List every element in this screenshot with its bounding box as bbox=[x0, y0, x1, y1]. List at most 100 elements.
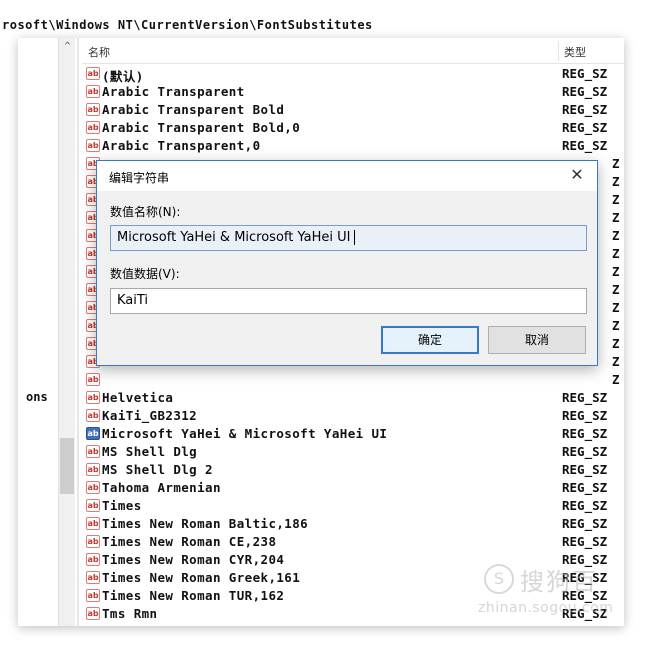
sogou-logo-icon: S bbox=[484, 564, 514, 594]
value-type: REG_SZ bbox=[562, 102, 608, 117]
value-name: Arabic Transparent Bold,0 bbox=[102, 120, 301, 135]
value-type: REG_SZ bbox=[562, 138, 608, 153]
value-name: Times New Roman CYR,204 bbox=[102, 552, 285, 567]
value-name: Tahoma Armenian bbox=[102, 480, 221, 495]
column-header-name[interactable]: 名称 bbox=[88, 44, 110, 60]
key-tree-pane: ons ^ bbox=[18, 38, 76, 626]
value-name: MS Shell Dlg bbox=[102, 444, 198, 459]
dialog-body: 数值名称(N): Microsoft YaHei & Microsoft YaH… bbox=[97, 191, 597, 365]
value-type: REG_SZ bbox=[562, 516, 608, 531]
value-name: Times New Roman CE,238 bbox=[102, 534, 277, 549]
scroll-up-icon[interactable]: ^ bbox=[59, 38, 76, 55]
value-name-label: 数值名称(N): bbox=[110, 205, 181, 219]
value-type: REG_SZ bbox=[562, 84, 608, 99]
dialog-title: 编辑字符串 bbox=[109, 171, 170, 185]
value-type: REG_SZ bbox=[562, 390, 608, 405]
string-value-icon: ab bbox=[86, 481, 100, 494]
string-value-icon: ab bbox=[86, 409, 100, 422]
value-name: Arabic Transparent Bold bbox=[102, 102, 285, 117]
value-type: Z bbox=[612, 210, 620, 225]
table-row[interactable]: ab Times REG_SZ bbox=[82, 497, 624, 515]
value-type: Z bbox=[612, 282, 620, 297]
table-row[interactable]: ab Tahoma Armenian REG_SZ bbox=[82, 479, 624, 497]
watermark-url: zhinan.sogou.com bbox=[478, 600, 614, 616]
value-name: Times New Roman TUR,162 bbox=[102, 588, 285, 603]
table-row[interactable]: ab MS Shell Dlg REG_SZ bbox=[82, 443, 624, 461]
string-value-icon: ab bbox=[86, 427, 100, 440]
table-row[interactable]: ab Arabic Transparent,0 REG_SZ bbox=[82, 137, 624, 155]
table-row[interactable]: ab KaiTi_GB2312 REG_SZ bbox=[82, 407, 624, 425]
value-data-label: 数值数据(V): bbox=[110, 267, 180, 281]
value-type: Z bbox=[612, 228, 620, 243]
value-name: Times New Roman Greek,161 bbox=[102, 570, 301, 585]
text-caret bbox=[354, 230, 356, 245]
table-row[interactable]: ab Z bbox=[82, 371, 624, 389]
tree-scrollbar[interactable]: ^ bbox=[58, 38, 75, 626]
value-type: REG_SZ bbox=[562, 462, 608, 477]
value-name: Helvetica bbox=[102, 390, 174, 405]
value-type: Z bbox=[612, 156, 620, 171]
pane-divider[interactable] bbox=[77, 38, 79, 626]
value-data-field[interactable]: KaiTi bbox=[110, 288, 587, 314]
value-type: Z bbox=[612, 174, 620, 189]
table-row[interactable]: ab Arabic Transparent Bold REG_SZ bbox=[82, 101, 624, 119]
string-value-icon: ab bbox=[86, 67, 100, 80]
string-value-icon: ab bbox=[86, 121, 100, 134]
value-name: Times bbox=[102, 498, 142, 513]
value-name-text: Microsoft YaHei & Microsoft YaHei UI bbox=[117, 230, 351, 245]
sogou-watermark: S 搜狗百 zhinan.sogou.com bbox=[478, 558, 638, 628]
value-name-field[interactable]: Microsoft YaHei & Microsoft YaHei UI bbox=[110, 225, 587, 251]
string-value-icon: ab bbox=[86, 589, 100, 602]
string-value-icon: ab bbox=[86, 391, 100, 404]
value-name: Arabic Transparent,0 bbox=[102, 138, 261, 153]
table-row[interactable]: ab Arabic Transparent Bold,0 REG_SZ bbox=[82, 119, 624, 137]
string-value-icon: ab bbox=[86, 607, 100, 620]
tree-key-label[interactable]: ons bbox=[26, 390, 48, 404]
value-type: REG_SZ bbox=[562, 480, 608, 495]
column-header-type[interactable]: 类型 bbox=[564, 44, 586, 60]
string-value-icon: ab bbox=[86, 517, 100, 530]
value-name: Arabic Transparent bbox=[102, 84, 245, 99]
value-type: Z bbox=[612, 354, 620, 369]
string-value-icon: ab bbox=[86, 373, 100, 386]
value-type: REG_SZ bbox=[562, 66, 608, 81]
watermark-brand: 搜狗百 bbox=[520, 568, 598, 596]
close-icon[interactable]: ✕ bbox=[565, 163, 589, 187]
value-name: Microsoft YaHei & Microsoft YaHei UI bbox=[102, 426, 388, 441]
table-row[interactable]: ab Arabic Transparent REG_SZ bbox=[82, 83, 624, 101]
table-row[interactable]: ab Helvetica REG_SZ bbox=[82, 389, 624, 407]
cancel-button[interactable]: 取消 bbox=[488, 326, 586, 354]
table-row[interactable]: ab Microsoft YaHei & Microsoft YaHei UI RE… bbox=[82, 425, 624, 443]
value-type: Z bbox=[612, 336, 620, 351]
value-type: Z bbox=[612, 300, 620, 315]
column-separator[interactable] bbox=[558, 41, 559, 61]
value-type: REG_SZ bbox=[562, 120, 608, 135]
ok-button[interactable]: 确定 bbox=[381, 326, 479, 354]
list-column-header: 名称 类型 bbox=[82, 38, 624, 64]
value-type: Z bbox=[612, 372, 620, 387]
string-value-icon: ab bbox=[86, 463, 100, 476]
edit-string-dialog: 编辑字符串 ✕ 数值名称(N): Microsoft YaHei & Micro… bbox=[96, 160, 598, 366]
string-value-icon: ab bbox=[86, 85, 100, 98]
value-type: REG_SZ bbox=[562, 444, 608, 459]
table-row[interactable]: ab (默认) REG_SZ bbox=[82, 65, 624, 84]
table-row[interactable]: ab MS Shell Dlg 2 REG_SZ bbox=[82, 461, 624, 479]
value-type: REG_SZ bbox=[562, 534, 608, 549]
registry-path-bar: rosoft\Windows NT\CurrentVersion\FontSub… bbox=[2, 18, 373, 32]
value-name: Times New Roman Baltic,186 bbox=[102, 516, 309, 531]
scrollbar-thumb[interactable] bbox=[60, 438, 74, 494]
value-type: Z bbox=[612, 192, 620, 207]
table-row[interactable]: ab Times New Roman Baltic,186 REG_SZ bbox=[82, 515, 624, 533]
value-name: MS Shell Dlg 2 bbox=[102, 462, 213, 477]
string-value-icon: ab bbox=[86, 445, 100, 458]
value-type: REG_SZ bbox=[562, 498, 608, 513]
string-value-icon: ab bbox=[86, 499, 100, 512]
string-value-icon: ab bbox=[86, 103, 100, 116]
table-row[interactable]: ab Times New Roman CE,238 REG_SZ bbox=[82, 533, 624, 551]
value-type: REG_SZ bbox=[562, 426, 608, 441]
value-name: Tms Rmn bbox=[102, 606, 158, 621]
value-type: Z bbox=[612, 264, 620, 279]
string-value-icon: ab bbox=[86, 553, 100, 566]
value-type: Z bbox=[612, 246, 620, 261]
string-value-icon: ab bbox=[86, 535, 100, 548]
